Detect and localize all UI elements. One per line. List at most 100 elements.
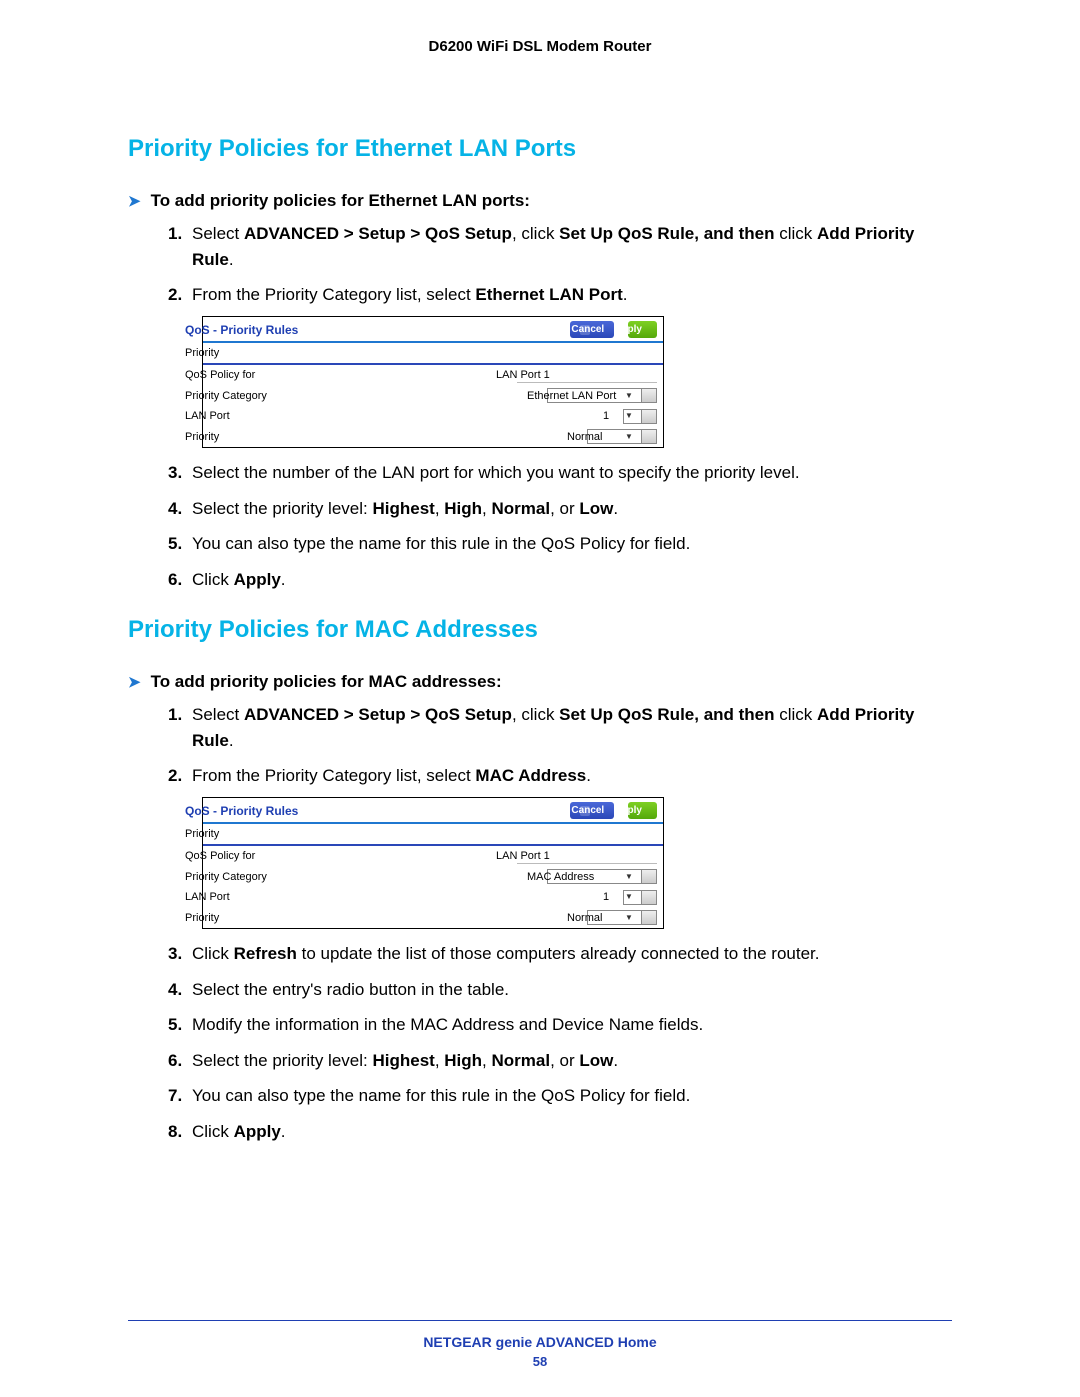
field-label: QoS Policy for [209,848,255,865]
panel-title: QoS - Priority Rules [209,802,298,820]
apply-button[interactable]: Apply ▸ [628,321,657,338]
priority-select[interactable]: Normal ▼ [587,910,657,925]
step-4: 4.Select the entry's radio button in the… [168,977,952,1003]
step-1: 1.Select ADVANCED > Setup > QoS Setup, c… [168,221,952,272]
panel-section-label: Priority [203,343,663,366]
chevron-down-icon: ▼ [641,911,656,924]
step-number: 5. [168,1012,192,1038]
step-6: 6.Select the priority level: Highest, Hi… [168,1048,952,1074]
step-8: 8.Click Apply. [168,1119,952,1145]
page-footer: NETGEAR genie ADVANCED Home 58 [0,1334,1080,1369]
steps-list-mac: 1.Select ADVANCED > Setup > QoS Setup, c… [128,702,952,1144]
step-number: 5. [168,531,192,557]
priority-category-select[interactable]: Ethernet LAN Port ▼ [547,388,657,403]
cancel-button[interactable]: × Cancel [570,321,614,338]
step-number: 6. [168,1048,192,1074]
panel-rows: QoS Policy for LAN Port 1 Priority Categ… [203,846,663,928]
step-number: 4. [168,977,192,1003]
step-2: 2.From the Priority Category list, selec… [168,763,952,929]
chevron-down-icon: ▼ [641,389,656,402]
field-label: Priority [209,429,219,446]
apply-label: Apply [638,803,642,818]
step-text: Select [192,224,244,243]
row-qos-policy: QoS Policy for LAN Port 1 [203,365,663,386]
step-1: 1.Select ADVANCED > Setup > QoS Setup, c… [168,702,952,753]
step-7: 7.You can also type the name for this ru… [168,1083,952,1109]
row-lan-port: LAN Port 1 ▼ [203,406,663,427]
row-priority-category: Priority Category MAC Address ▼ [203,867,663,888]
step-number: 4. [168,496,192,522]
field-label: Priority Category [209,869,267,886]
chevron-down-icon: ▼ [641,430,656,443]
panel-header: QoS - Priority Rules × Cancel Apply ▸ [203,798,663,824]
cancel-label: Cancel [595,322,604,337]
footer-title: NETGEAR genie ADVANCED Home [423,1334,656,1350]
step-4: 4.Select the priority level: Highest, Hi… [168,496,952,522]
row-lan-port: LAN Port 1 ▼ [203,887,663,908]
panel-buttons: × Cancel Apply ▸ [570,321,657,338]
chevron-down-icon: ▼ [641,870,656,883]
qos-policy-input[interactable]: LAN Port 1 [517,848,657,864]
task-label: To add priority policies for Ethernet LA… [151,191,530,211]
step-6: 6.Click Apply. [168,567,952,593]
step-number: 1. [168,221,192,247]
step-5: 5.You can also type the name for this ru… [168,531,952,557]
page-number: 58 [0,1354,1080,1369]
field-label: LAN Port [209,889,230,906]
panel-header: QoS - Priority Rules × Cancel Apply ▸ [203,317,663,343]
field-label: Priority [209,910,219,927]
step-number: 6. [168,567,192,593]
apply-label: Apply [638,322,642,337]
row-priority-category: Priority Category Ethernet LAN Port ▼ [203,386,663,407]
row-qos-policy: QoS Policy for LAN Port 1 [203,846,663,867]
lan-port-select[interactable]: 1 ▼ [623,890,657,905]
task-label: To add priority policies for MAC address… [151,672,502,692]
field-label: QoS Policy for [209,367,255,384]
step-2: 2.From the Priority Category list, selec… [168,282,952,448]
step-5: 5.Modify the information in the MAC Addr… [168,1012,952,1038]
step-3: 3.Click Refresh to update the list of th… [168,941,952,967]
step-number: 8. [168,1119,192,1145]
section-title-mac: Priority Policies for MAC Addresses [128,616,952,644]
steps-list-lan: 1.Select ADVANCED > Setup > QoS Setup, c… [128,221,952,592]
qos-panel-mac: QoS - Priority Rules × Cancel Apply ▸ [202,797,664,930]
section-title-lan-ports: Priority Policies for Ethernet LAN Ports [128,135,952,163]
qos-policy-input[interactable]: LAN Port 1 [517,367,657,383]
chevron-down-icon: ▼ [641,410,656,423]
row-priority: Priority Normal ▼ [203,427,663,448]
step-number: 7. [168,1083,192,1109]
apply-button[interactable]: Apply ▸ [628,802,657,819]
task-heading: ➤ To add priority policies for MAC addre… [128,672,952,694]
cancel-label: Cancel [595,803,604,818]
priority-category-select[interactable]: MAC Address ▼ [547,869,657,884]
step-number: 3. [168,941,192,967]
field-label: LAN Port [209,408,230,425]
page: D6200 WiFi DSL Modem Router Priority Pol… [0,0,1080,1397]
panel-title: QoS - Priority Rules [209,321,298,339]
task-block-mac: ➤ To add priority policies for MAC addre… [128,672,952,1144]
nav-path: ADVANCED > Setup > QoS Setup [244,224,512,243]
lan-port-select[interactable]: 1 ▼ [623,409,657,424]
step-number: 1. [168,702,192,728]
task-heading: ➤ To add priority policies for Ethernet … [128,191,952,213]
chevron-right-icon: ➤ [128,191,141,213]
priority-select[interactable]: Normal ▼ [587,429,657,444]
select-value: Normal [591,429,641,446]
document-header: D6200 WiFi DSL Modem Router [128,38,952,55]
cancel-button[interactable]: × Cancel [570,802,614,819]
chevron-right-icon: ➤ [128,672,141,694]
task-block-lan: ➤ To add priority policies for Ethernet … [128,191,952,592]
row-priority: Priority Normal ▼ [203,908,663,929]
panel-section-label: Priority [203,824,663,847]
footer-rule [128,1320,952,1321]
select-value: Normal [591,910,641,927]
step-number: 2. [168,763,192,789]
field-label: Priority Category [209,388,267,405]
panel-rows: QoS Policy for LAN Port 1 Priority Categ… [203,365,663,447]
step-3: 3.Select the number of the LAN port for … [168,460,952,486]
step-number: 3. [168,460,192,486]
qos-panel-lan: QoS - Priority Rules × Cancel Apply ▸ [202,316,664,449]
chevron-down-icon: ▼ [641,891,656,904]
step-number: 2. [168,282,192,308]
panel-buttons: × Cancel Apply ▸ [570,802,657,819]
